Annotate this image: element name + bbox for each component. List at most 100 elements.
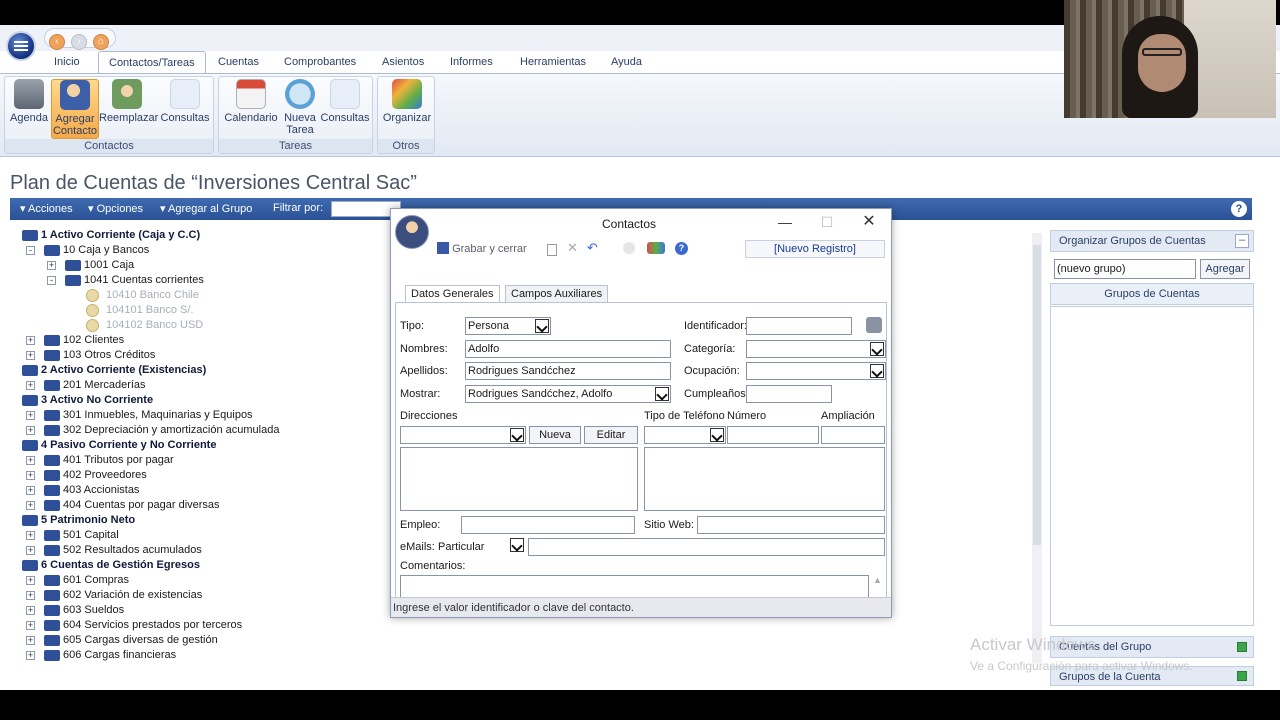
- expand-icon[interactable]: +: [26, 381, 35, 390]
- tree-item-label: 1041 Cuentas corrientes: [84, 274, 204, 286]
- home-icon[interactable]: ⌂: [93, 34, 109, 50]
- direcciones-label: Direcciones: [400, 410, 458, 422]
- forward-icon[interactable]: ›: [71, 34, 87, 50]
- tab-informes[interactable]: Informes: [440, 51, 503, 73]
- folder-icon: [44, 335, 60, 346]
- consultas-contactos-button[interactable]: Consultas: [157, 79, 213, 139]
- expand-icon[interactable]: +: [26, 606, 35, 615]
- agregar-group-button[interactable]: Agregar: [1200, 259, 1250, 279]
- tab-ayuda[interactable]: Ayuda: [601, 51, 652, 73]
- tab-inicio[interactable]: Inicio: [44, 51, 90, 73]
- help-icon[interactable]: ?: [675, 242, 688, 255]
- tab-herramientas[interactable]: Herramientas: [510, 51, 596, 73]
- maximize-icon: ☐: [820, 214, 834, 230]
- folder-icon: [44, 530, 60, 541]
- new-doc-icon[interactable]: [547, 244, 557, 256]
- new-group-input[interactable]: (nuevo grupo): [1054, 259, 1196, 279]
- mostrar-select[interactable]: Rodrigues Sandćchez, Adolfo: [465, 385, 671, 403]
- consultas-tareas-button[interactable]: Consultas: [319, 79, 371, 139]
- collapse-icon[interactable]: –: [1235, 234, 1249, 248]
- numero-field[interactable]: [727, 426, 819, 444]
- close-icon[interactable]: ✕: [859, 213, 879, 231]
- tree-item-label: 104102 Banco USD: [106, 319, 204, 331]
- expand-icon[interactable]: +: [26, 636, 35, 645]
- calendario-button[interactable]: Calendario: [221, 79, 281, 139]
- email-field[interactable]: [528, 538, 885, 556]
- groups-panel: Organizar Grupos de Cuentas – (nuevo gru…: [1050, 230, 1254, 686]
- direcciones-select[interactable]: [400, 426, 526, 444]
- expand-icon[interactable]: +: [26, 411, 35, 420]
- editar-button[interactable]: Editar: [584, 426, 638, 444]
- tab-cuentas[interactable]: Cuentas: [208, 51, 269, 73]
- expand-icon[interactable]: +: [26, 426, 35, 435]
- agenda-button[interactable]: Agenda: [7, 79, 51, 139]
- tab-contactos-tareas[interactable]: Contactos/Tareas: [98, 51, 206, 73]
- collapse-icon[interactable]: -: [26, 246, 35, 255]
- expand-icon[interactable]: +: [26, 546, 35, 555]
- expand-icon[interactable]: +: [26, 531, 35, 540]
- expand-icon[interactable]: +: [26, 621, 35, 630]
- ampliacion-field[interactable]: [821, 426, 885, 444]
- apellidos-field[interactable]: Rodrigues Sandćchez: [465, 362, 671, 380]
- scroll-up-icon[interactable]: ▲: [873, 575, 882, 585]
- back-icon[interactable]: ‹: [49, 34, 65, 50]
- acciones-menu[interactable]: ▾ Acciones: [20, 202, 73, 215]
- ocupacion-select[interactable]: [746, 362, 886, 380]
- nombres-field[interactable]: Adolfo: [465, 340, 671, 358]
- expand-icon[interactable]: +: [26, 501, 35, 510]
- tree-item-label: 602 Variación de existencias: [63, 589, 203, 601]
- agregar-contacto-button[interactable]: Agregar Contacto: [51, 79, 99, 139]
- lookup-icon[interactable]: [866, 317, 882, 333]
- sitio-web-label: Sitio Web:: [644, 519, 694, 531]
- expand-icon[interactable]: +: [26, 456, 35, 465]
- tab-comprobantes[interactable]: Comprobantes: [274, 51, 366, 73]
- nueva-tarea-button[interactable]: Nueva Tarea: [281, 79, 319, 139]
- tree-item-label: 606 Cargas financieras: [63, 649, 177, 661]
- tipo-telefono-select[interactable]: [644, 426, 726, 444]
- expand-icon[interactable]: +: [26, 471, 35, 480]
- agregar-grupo-menu[interactable]: ▾ Agregar al Grupo: [160, 202, 252, 215]
- identificador-label: Identificador:: [684, 320, 747, 332]
- empleo-field[interactable]: [461, 516, 635, 534]
- tipo-select[interactable]: Persona: [465, 317, 551, 335]
- app-menu-orb[interactable]: [6, 31, 36, 61]
- expand-icon[interactable]: +: [26, 486, 35, 495]
- tree-scrollbar[interactable]: [1032, 233, 1042, 663]
- folder-icon: [65, 275, 81, 286]
- tab-asientos[interactable]: Asientos: [372, 51, 434, 73]
- organize-icon[interactable]: [647, 242, 665, 254]
- minimize-icon[interactable]: —: [775, 213, 795, 231]
- identificador-field[interactable]: [746, 317, 852, 335]
- folder-icon: [44, 590, 60, 601]
- expand-icon[interactable]: +: [47, 261, 56, 270]
- search-doc-icon: [170, 79, 200, 109]
- dialog-title-bar: Contactos — ☐ ✕: [391, 209, 891, 237]
- expand-icon[interactable]: +: [26, 576, 35, 585]
- expand-icon[interactable]: +: [26, 351, 35, 360]
- sitio-web-field[interactable]: [697, 516, 885, 534]
- tab-campos-auxiliares[interactable]: Campos Auxiliares: [505, 285, 609, 303]
- tree-item-label: 103 Otros Créditos: [63, 349, 156, 361]
- undo-icon[interactable]: ↶: [587, 240, 598, 256]
- opciones-menu[interactable]: ▾ Opciones: [88, 202, 143, 215]
- organizar-button[interactable]: Organizar: [380, 79, 434, 139]
- email-type-select[interactable]: [508, 538, 524, 554]
- collapse-icon[interactable]: -: [47, 276, 56, 285]
- scroll-thumb[interactable]: [1033, 245, 1041, 545]
- help-icon[interactable]: ?: [1231, 201, 1247, 217]
- direcciones-list[interactable]: [400, 447, 638, 511]
- folder-icon: [22, 515, 38, 526]
- telefonos-list[interactable]: [644, 447, 885, 511]
- expand-icon[interactable]: +: [26, 591, 35, 600]
- cumpleanos-field[interactable]: [746, 385, 832, 403]
- categoria-select[interactable]: [746, 340, 886, 358]
- grabar-cerrar-button[interactable]: Grabar y cerrar: [437, 242, 527, 255]
- nueva-button[interactable]: Nueva: [529, 426, 581, 444]
- account-icon: [86, 289, 99, 302]
- account-icon: [86, 304, 99, 317]
- expand-icon[interactable]: +: [26, 651, 35, 660]
- tab-datos-generales[interactable]: Datos Generales: [405, 285, 500, 303]
- expand-icon[interactable]: +: [26, 336, 35, 345]
- reemplazar-button[interactable]: Reemplazar: [99, 79, 158, 139]
- groups-list[interactable]: [1050, 306, 1254, 626]
